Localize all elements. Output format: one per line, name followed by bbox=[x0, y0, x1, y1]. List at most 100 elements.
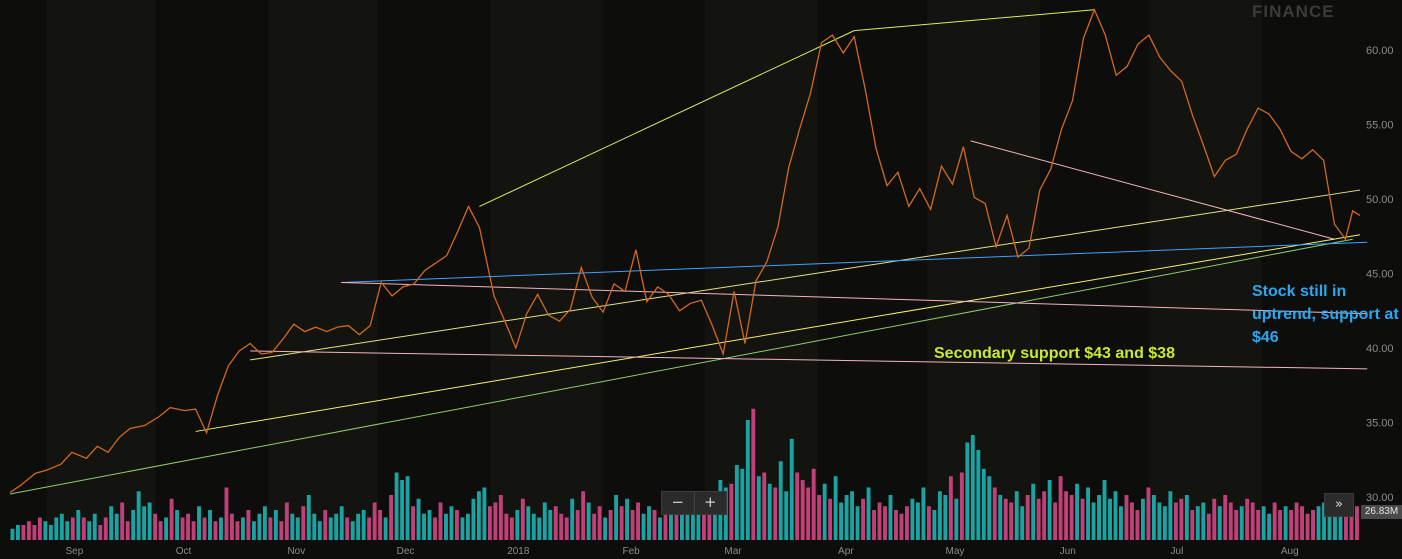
volume-bar bbox=[658, 517, 662, 540]
volume-bar bbox=[334, 513, 339, 540]
month-band bbox=[268, 0, 378, 540]
volume-bar bbox=[1119, 506, 1123, 540]
zoom-out-button[interactable]: − bbox=[662, 492, 694, 514]
volume-bar bbox=[542, 502, 547, 540]
x-tick-label: May bbox=[946, 546, 965, 557]
volume-bar bbox=[1333, 513, 1337, 540]
volume-bar bbox=[169, 498, 174, 540]
volume-bar bbox=[1239, 506, 1244, 540]
volume-bar bbox=[1283, 506, 1288, 540]
volume-bar bbox=[147, 502, 152, 540]
volume-bar bbox=[1080, 498, 1085, 540]
volume-bar bbox=[745, 420, 750, 540]
volume-bar bbox=[784, 491, 789, 540]
volume-bar bbox=[125, 521, 130, 540]
volume-bar bbox=[213, 521, 218, 540]
volume-bar bbox=[1020, 506, 1025, 540]
volume-bar bbox=[861, 498, 865, 540]
volume-bar bbox=[959, 472, 964, 540]
volume-bar bbox=[1135, 510, 1140, 540]
volume-bar bbox=[1042, 491, 1047, 540]
volume-bar bbox=[70, 517, 75, 540]
volume-bar bbox=[1146, 487, 1151, 540]
volume-bar bbox=[378, 510, 383, 540]
secondary-support-annotation: Secondary support $43 and $38 bbox=[934, 345, 1175, 362]
price-chart[interactable]: 30.0035.0040.0045.0050.0055.0060.00 Sep O… bbox=[0, 0, 1402, 559]
volume-bar bbox=[1014, 491, 1019, 540]
volume-bar bbox=[1195, 506, 1200, 540]
volume-bar bbox=[136, 491, 141, 540]
volume-bar bbox=[142, 506, 147, 540]
volume-bar bbox=[1234, 510, 1239, 540]
volume-bar bbox=[866, 487, 871, 540]
x-tick-label: Feb bbox=[623, 546, 641, 557]
volume-bar bbox=[455, 510, 459, 540]
volume-bar bbox=[1097, 495, 1101, 540]
volume-bar bbox=[943, 495, 948, 540]
volume-bar bbox=[262, 506, 267, 540]
volume-bar bbox=[1124, 495, 1129, 540]
volume-bar bbox=[1311, 510, 1315, 540]
volume-bar bbox=[295, 517, 300, 540]
x-tick-label: Apr bbox=[838, 546, 854, 557]
volume-bar bbox=[894, 510, 898, 540]
volume-bar bbox=[284, 502, 289, 540]
volume-bar bbox=[844, 495, 849, 540]
x-tick-label: Dec bbox=[397, 546, 415, 557]
zoom-in-button[interactable]: + bbox=[693, 492, 727, 514]
volume-bar bbox=[833, 476, 838, 540]
volume-bar bbox=[59, 513, 64, 540]
x-tick-label: Mar bbox=[724, 546, 742, 557]
volume-bar bbox=[778, 461, 783, 540]
volume-bar bbox=[937, 491, 942, 540]
y-tick-label: 30.00 bbox=[1366, 492, 1394, 504]
primary-support-annotation: Stock still in uptrend, support at $46 bbox=[1252, 283, 1399, 346]
volume-bar bbox=[1267, 513, 1272, 540]
volume-bar bbox=[230, 513, 234, 540]
volume-bar bbox=[460, 517, 465, 540]
volume-bar bbox=[509, 517, 514, 540]
volume-bar bbox=[795, 472, 800, 540]
volume-bar bbox=[1316, 506, 1321, 540]
volume-bar bbox=[614, 495, 619, 540]
volume-bar bbox=[92, 513, 97, 540]
volume-bar bbox=[954, 498, 959, 540]
volume-bar bbox=[811, 468, 816, 540]
volume-bar bbox=[625, 498, 630, 540]
volume-bar bbox=[208, 510, 212, 540]
volume-bar bbox=[65, 521, 70, 540]
volume-bar bbox=[1261, 506, 1266, 540]
volume-bar bbox=[339, 506, 344, 540]
volume-bar bbox=[449, 506, 454, 540]
x-tick-label: 2018 bbox=[507, 546, 530, 557]
volume-bar bbox=[1245, 498, 1250, 540]
volume-bar bbox=[1179, 498, 1184, 540]
volume-bar bbox=[273, 510, 278, 540]
volume-bar bbox=[87, 521, 92, 540]
y-tick-label: 60.00 bbox=[1366, 45, 1394, 57]
volume-bar bbox=[498, 495, 503, 540]
volume-bar bbox=[970, 435, 975, 540]
volume-bar bbox=[773, 487, 778, 540]
volume-badge: 26.83M bbox=[1361, 505, 1402, 519]
volume-bar bbox=[257, 513, 262, 540]
volume-bar bbox=[932, 510, 937, 540]
volume-bar bbox=[756, 476, 761, 540]
x-tick-label: Nov bbox=[287, 546, 305, 557]
volume-bar bbox=[1047, 480, 1052, 540]
volume-bar bbox=[641, 513, 646, 540]
scroll-right-button[interactable]: » bbox=[1324, 493, 1354, 517]
volume-bar bbox=[109, 506, 114, 540]
volume-bar bbox=[1113, 491, 1118, 540]
volume-bar bbox=[636, 502, 640, 540]
y-tick-label: 55.00 bbox=[1366, 120, 1394, 132]
volume-bar bbox=[493, 502, 498, 540]
volume-bar bbox=[1009, 502, 1014, 540]
volume-bar bbox=[1300, 506, 1305, 540]
volume-bar bbox=[581, 491, 586, 540]
volume-bar bbox=[279, 521, 284, 540]
volume-bar bbox=[608, 510, 613, 540]
volume-bar bbox=[312, 513, 317, 540]
volume-bar bbox=[553, 506, 558, 540]
month-band bbox=[46, 0, 156, 540]
